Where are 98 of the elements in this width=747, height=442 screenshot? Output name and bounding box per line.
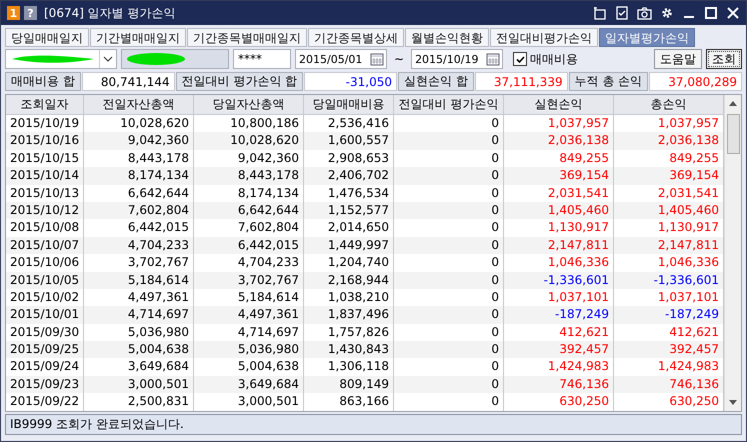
table-cell: 10,028,620	[194, 132, 304, 150]
summary-label: 실현손익 합	[398, 72, 474, 91]
table-cell: 1,430,843	[304, 341, 394, 358]
table-cell: 2015/10/16	[6, 132, 84, 150]
table-cell: 2015/10/14	[6, 167, 84, 185]
table-cell: 0	[394, 202, 504, 220]
table-cell: 0	[394, 132, 504, 150]
table-cell: 2015/09/23	[6, 376, 84, 394]
close-icon[interactable]	[726, 6, 740, 20]
range-separator: ~	[393, 52, 406, 66]
tab[interactable]: 당일매매일지	[5, 28, 89, 47]
summary-value: -31,050	[304, 72, 397, 91]
table-cell: 3,702,767	[194, 272, 304, 289]
table-cell: 1,449,997	[304, 236, 394, 254]
table-cell: 5,004,638	[84, 341, 194, 358]
table-cell: 6,642,644	[194, 202, 304, 220]
summary-value: 37,111,339	[474, 72, 568, 91]
window-number-badge: 1	[7, 6, 20, 20]
table-cell: 630,250	[504, 393, 614, 411]
summary-label: 전일대비 평가손익 합	[176, 72, 304, 91]
table-cell: 5,184,614	[84, 272, 194, 289]
table-cell: 2015/09/25	[6, 341, 84, 358]
table-cell: 0	[394, 306, 504, 324]
column-header[interactable]: 전일대비 평가손익	[394, 95, 504, 114]
table-cell: 3,000,501	[84, 376, 194, 394]
table-cell: 2,168,944	[304, 272, 394, 289]
table-cell: 1,837,496	[304, 306, 394, 324]
summary-value: 37,080,289	[649, 72, 742, 91]
column-header[interactable]: 전일자산총액	[84, 95, 194, 114]
summary-label: 매매비용 합	[5, 72, 81, 91]
calendar-icon[interactable]	[486, 52, 500, 66]
table-cell: 0	[394, 167, 504, 185]
fee-checkbox-label: 매매비용	[530, 50, 578, 68]
column-header[interactable]: 당일자산총액	[194, 95, 304, 114]
table-cell: 0	[394, 236, 504, 254]
table-cell: 2015/10/07	[6, 236, 84, 254]
table-cell: 392,457	[504, 341, 614, 358]
table-cell: 3,000,501	[194, 393, 304, 411]
table-cell: 8,174,134	[84, 167, 194, 185]
table-cell: 2,406,702	[304, 167, 394, 185]
table-cell: 0	[394, 376, 504, 394]
redaction-mark	[126, 52, 186, 66]
table-cell: 2,500,831	[84, 393, 194, 411]
table-cell: 1,600,557	[304, 132, 394, 150]
password-field[interactable]: ****	[233, 49, 291, 69]
column-header[interactable]: 조회일자	[6, 95, 84, 114]
table-cell: 369,154	[504, 167, 614, 185]
action-button[interactable]: 조회	[706, 49, 742, 69]
table-cell: 1,405,460	[504, 202, 614, 220]
window-title: [0674] 일자별 평가손익	[44, 4, 176, 22]
table-cell: 4,714,697	[84, 306, 194, 324]
table-cell: 0	[394, 272, 504, 289]
column-header[interactable]: 당일매매비용	[304, 95, 394, 114]
table-cell: 1,152,577	[304, 202, 394, 220]
tab[interactable]: 일자별평가손익	[599, 28, 695, 47]
tab[interactable]: 월별손익현황	[405, 28, 489, 47]
table-cell: 2,036,138	[504, 132, 614, 150]
summary-label: 누적 총 손익	[568, 72, 648, 91]
table-cell: 9,042,360	[84, 132, 194, 150]
table-cell: 5,036,980	[194, 341, 304, 358]
table-cell: 2,147,811	[504, 236, 614, 254]
table-cell: 4,704,233	[84, 236, 194, 254]
table-cell: 809,149	[304, 376, 394, 394]
tab[interactable]: 기간종목별상세	[308, 28, 404, 47]
scroll-down-icon[interactable]	[729, 400, 737, 405]
start-date-field[interactable]: 2015/05/01	[295, 49, 387, 69]
column-header[interactable]: 실현손익	[504, 95, 614, 114]
table-cell: -1,336,601	[504, 272, 614, 289]
table-cell: 0	[394, 341, 504, 358]
summary-value: 80,741,144	[82, 72, 175, 91]
status-message: IB9999 조회가 완료되었습니다.	[10, 416, 184, 433]
table-cell: 6,442,015	[194, 236, 304, 254]
table-cell: 7,602,804	[84, 202, 194, 220]
table-cell: 746,136	[504, 376, 614, 394]
table-cell: 3,649,684	[194, 376, 304, 394]
action-button[interactable]: 도움말	[654, 49, 702, 69]
camera-icon[interactable]	[637, 6, 652, 20]
table-cell: 0	[394, 393, 504, 411]
table-cell: 863,166	[304, 393, 394, 411]
table-cell: -187,249	[504, 306, 614, 324]
window-icon[interactable]	[593, 6, 607, 20]
maximize-icon[interactable]	[704, 6, 718, 20]
scroll-thumb[interactable]	[726, 114, 740, 154]
tab[interactable]: 기간별매매일지	[90, 28, 186, 47]
scrollbar[interactable]	[724, 95, 741, 411]
table-cell: 8,443,178	[194, 167, 304, 185]
settings-icon[interactable]	[660, 6, 674, 20]
tab[interactable]: 기간종목별매매일지	[187, 28, 307, 47]
tab[interactable]: 전일대비평가손익	[490, 28, 598, 47]
calendar-icon[interactable]	[370, 52, 384, 66]
table-cell: 4,497,361	[194, 306, 304, 324]
table-cell: 2015/10/01	[6, 306, 84, 324]
table-cell: 2015/10/12	[6, 202, 84, 220]
end-date-field[interactable]: 2015/10/19	[411, 49, 504, 69]
checklist-icon[interactable]	[615, 6, 629, 20]
table-cell: 2015/10/05	[6, 272, 84, 289]
table-cell: 2015/09/22	[6, 393, 84, 411]
scroll-up-icon[interactable]	[729, 101, 737, 106]
